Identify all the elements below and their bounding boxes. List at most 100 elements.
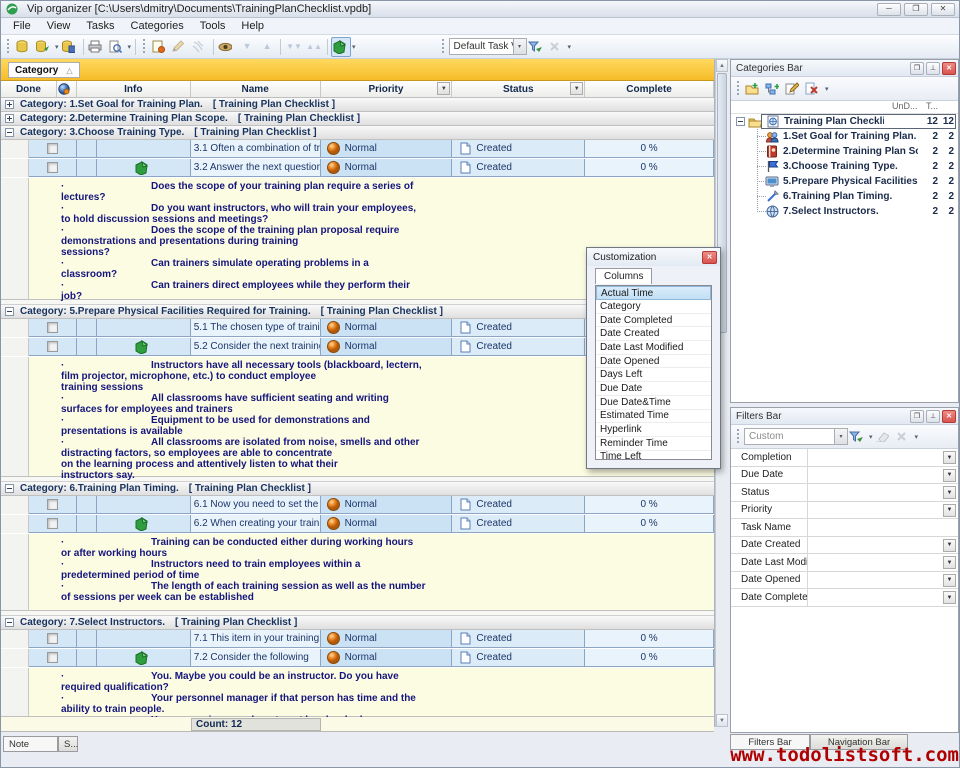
dropdown-caret-icon[interactable]: ▾ xyxy=(915,433,919,441)
column-option-date-created[interactable]: Date Created xyxy=(596,327,711,341)
new-subcategory-button[interactable] xyxy=(764,79,784,99)
tree-item-row[interactable]: 5.Prepare Physical Facilities R22 xyxy=(731,174,958,189)
column-header-priority[interactable]: Priority▼ xyxy=(321,81,453,97)
group-row-category-1[interactable]: Category: 1.Set Goal for Training Plan.[… xyxy=(1,98,714,112)
save-database-button[interactable] xyxy=(60,37,80,57)
task-row[interactable]: 6.1 Now you need to set the lengthNormal… xyxy=(1,496,714,515)
menu-help[interactable]: Help xyxy=(233,18,272,34)
filter-dropdown-icon[interactable]: ▼ xyxy=(943,469,956,482)
tree-item-row[interactable]: 7.Select Instructors.22 xyxy=(731,204,958,219)
panel-restore-icon[interactable]: ❐ xyxy=(910,62,924,75)
dropdown-caret-icon[interactable]: ▾ xyxy=(568,43,572,51)
task-done-cell[interactable] xyxy=(29,515,77,533)
task-name-cell[interactable]: 5.1 The chosen type of training and xyxy=(191,319,321,337)
filter-row-completion[interactable]: Completion▼ xyxy=(731,449,958,467)
task-name-cell[interactable]: 6.1 Now you need to set the length xyxy=(191,496,321,514)
filter-dropdown-icon[interactable]: ▼ xyxy=(943,486,956,499)
panel-close-icon[interactable]: ✕ xyxy=(942,410,956,423)
column-header-flag[interactable] xyxy=(57,81,77,97)
column-header-done[interactable]: Done xyxy=(1,81,57,97)
close-button[interactable]: ✕ xyxy=(931,3,955,16)
dropdown-caret-icon[interactable]: ▾ xyxy=(55,43,59,51)
task-row[interactable]: 7.2 Consider the followingNormalCreated0… xyxy=(1,649,714,668)
menu-categories[interactable]: Categories xyxy=(123,18,192,34)
bottom-tab-s[interactable]: S... xyxy=(58,736,78,752)
column-header-status[interactable]: Status▼ xyxy=(452,81,585,97)
task-name-cell[interactable]: 3.1 Often a combination of training xyxy=(191,140,321,158)
expand-icon[interactable] xyxy=(5,114,14,123)
edit-task-button[interactable] xyxy=(170,37,190,57)
new-task-button[interactable] xyxy=(150,37,170,57)
task-priority-cell[interactable]: Normal xyxy=(321,338,453,356)
task-status-cell[interactable]: Created xyxy=(452,159,585,177)
hide-completed-button[interactable] xyxy=(217,37,237,57)
group-by-category-button[interactable]: Category △ xyxy=(8,62,80,78)
column-option-date-opened[interactable]: Date Opened xyxy=(596,355,711,369)
filter-dropdown-icon[interactable]: ▼ xyxy=(943,556,956,569)
dropdown-caret-icon[interactable]: ▾ xyxy=(825,85,829,93)
task-row[interactable]: 6.2 When creating your trainingNormalCre… xyxy=(1,515,714,534)
combo-dropdown-icon[interactable]: ▾ xyxy=(834,429,847,444)
filter-row-priority[interactable]: Priority▼ xyxy=(731,502,958,520)
task-done-cell[interactable] xyxy=(29,338,77,356)
column-option-category[interactable]: Category xyxy=(596,300,711,314)
customization-dialog-titlebar[interactable]: Customization ✕ xyxy=(587,248,720,266)
columns-tab[interactable]: Columns xyxy=(595,268,652,284)
menu-file[interactable]: File xyxy=(5,18,39,34)
done-checkbox[interactable] xyxy=(47,518,58,529)
menu-tasks[interactable]: Tasks xyxy=(78,18,122,34)
filter-dropdown-icon[interactable]: ▼ xyxy=(943,574,956,587)
filter-row-due-date[interactable]: Due Date▼ xyxy=(731,467,958,485)
column-option-due-date-time[interactable]: Due Date&Time xyxy=(596,396,711,410)
filter-dropdown-icon[interactable]: ▼ xyxy=(943,451,956,464)
collapse-icon[interactable] xyxy=(5,484,14,493)
done-checkbox[interactable] xyxy=(47,322,58,333)
task-name-cell[interactable]: 7.2 Consider the following xyxy=(191,649,321,667)
filter-dropdown-icon[interactable]: ▼ xyxy=(943,539,956,552)
collapse-icon[interactable] xyxy=(736,117,745,126)
bottom-tab-note[interactable]: Note xyxy=(3,736,58,752)
filter-preset-combobox[interactable]: Custom▾ xyxy=(744,428,848,445)
move-bottom-button[interactable]: ▼▼ xyxy=(284,37,304,57)
scroll-up-button[interactable]: ▲ xyxy=(716,59,728,72)
move-top-button[interactable]: ▲▲ xyxy=(304,37,324,57)
task-name-cell[interactable]: 3.2 Answer the next questions to xyxy=(191,159,321,177)
scroll-down-button[interactable]: ▼ xyxy=(716,714,728,727)
task-done-cell[interactable] xyxy=(29,319,77,337)
task-status-cell[interactable]: Created xyxy=(452,140,585,158)
filter-row-date-created[interactable]: Date Created▼ xyxy=(731,537,958,555)
filter-row-date-last-modified[interactable]: Date Last Modified▼ xyxy=(731,554,958,572)
delete-category-button[interactable] xyxy=(804,79,824,99)
print-preview-button[interactable] xyxy=(107,37,127,57)
column-option-days-left[interactable]: Days Left xyxy=(596,368,711,382)
panel-pin-icon[interactable]: ⊥ xyxy=(926,62,940,75)
collapse-icon[interactable] xyxy=(5,618,14,627)
dropdown-caret-icon[interactable]: ▾ xyxy=(352,43,356,51)
column-option-time-left[interactable]: Time Left xyxy=(596,451,711,460)
task-status-cell[interactable]: Created xyxy=(452,630,585,648)
task-priority-cell[interactable]: Normal xyxy=(321,319,453,337)
column-option-actual-time[interactable]: Actual Time xyxy=(596,286,711,300)
open-database-button[interactable] xyxy=(34,37,54,57)
group-row-category-2[interactable]: Category: 2.Determine Training Plan Scop… xyxy=(1,112,714,126)
task-row[interactable]: 7.1 This item in your training planNorma… xyxy=(1,630,714,649)
edit-category-button[interactable] xyxy=(784,79,804,99)
filter-row-date-completed[interactable]: Date Completed▼ xyxy=(731,589,958,607)
print-button[interactable] xyxy=(87,37,107,57)
panel-restore-icon[interactable]: ❐ xyxy=(910,410,924,423)
dialog-close-icon[interactable]: ✕ xyxy=(702,251,717,264)
done-checkbox[interactable] xyxy=(47,162,58,173)
column-option-due-date[interactable]: Due Date xyxy=(596,382,711,396)
group-row-category-3[interactable]: Category: 3.Choose Training Type.[ Train… xyxy=(1,126,714,140)
done-checkbox[interactable] xyxy=(47,341,58,352)
panel-close-icon[interactable]: ✕ xyxy=(942,62,956,75)
group-row-category-7[interactable]: Category: 7.Select Instructors.[ Trainin… xyxy=(1,616,714,630)
minimize-button[interactable]: ─ xyxy=(877,3,901,16)
move-up-button[interactable]: ▲ xyxy=(257,37,277,57)
task-name-cell[interactable]: 5.2 Consider the next training plan xyxy=(191,338,321,356)
task-row[interactable]: 3.2 Answer the next questions toNormalCr… xyxy=(1,159,714,178)
task-done-cell[interactable] xyxy=(29,496,77,514)
column-option-reminder-time[interactable]: Reminder Time xyxy=(596,437,711,451)
tree-item-row[interactable]: 6.Training Plan Timing.22 xyxy=(731,189,958,204)
filter-row-date-opened[interactable]: Date Opened▼ xyxy=(731,572,958,590)
